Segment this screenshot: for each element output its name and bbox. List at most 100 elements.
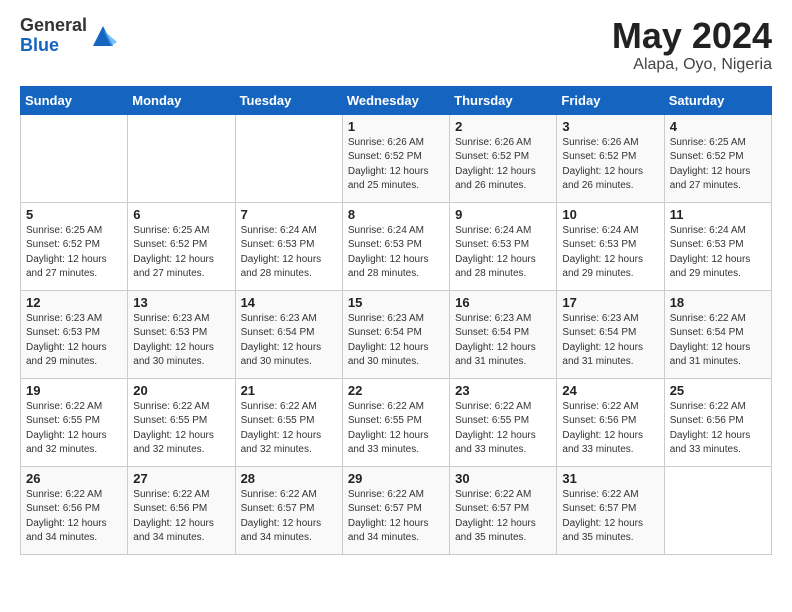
week-row-2: 12 Sunrise: 6:23 AM Sunset: 6:53 PM Dayli… — [21, 290, 772, 378]
day-number: 31 — [562, 471, 658, 486]
day-number: 5 — [26, 207, 122, 222]
calendar-cell: 31 Sunrise: 6:22 AM Sunset: 6:57 PM Dayli… — [557, 466, 664, 554]
day-number: 8 — [348, 207, 444, 222]
calendar-cell: 2 Sunrise: 6:26 AM Sunset: 6:52 PM Daylig… — [450, 114, 557, 202]
day-number: 13 — [133, 295, 229, 310]
day-number: 12 — [26, 295, 122, 310]
day-number: 11 — [670, 207, 766, 222]
day-info: Sunrise: 6:26 AM Sunset: 6:52 PM Dayligh… — [562, 136, 658, 194]
header-day-saturday: Saturday — [664, 86, 771, 114]
calendar-cell: 17Sunrise: 6:23 AM Sunset: 6:54 PM Dayli… — [557, 290, 664, 378]
calendar-table: SundayMondayTuesdayWednesdayThursdayFrid… — [20, 86, 772, 555]
day-number: 16 — [455, 295, 551, 310]
day-info: Sunrise: 6:22 AM Sunset: 6:57 PM Dayligh… — [241, 488, 337, 546]
day-number: 3 — [562, 119, 658, 134]
day-info: Sunrise: 6:22 AM Sunset: 6:56 PM Dayligh… — [562, 400, 658, 458]
day-info: Sunrise: 6:23 AM Sunset: 6:54 PM Dayligh… — [241, 312, 337, 370]
day-number: 15 — [348, 295, 444, 310]
calendar-cell: 26 Sunrise: 6:22 AM Sunset: 6:56 PM Dayli… — [21, 466, 128, 554]
calendar-cell: 6 Sunrise: 6:25 AM Sunset: 6:52 PM Daylig… — [128, 202, 235, 290]
logo-text: General Blue — [20, 16, 87, 56]
calendar-cell: 13 Sunrise: 6:23 AM Sunset: 6:53 PM Dayli… — [128, 290, 235, 378]
calendar-cell: 28Sunrise: 6:22 AM Sunset: 6:57 PM Dayli… — [235, 466, 342, 554]
calendar-cell: 8 Sunrise: 6:24 AM Sunset: 6:53 PM Daylig… — [342, 202, 449, 290]
day-number: 14 — [241, 295, 337, 310]
day-number: 26 — [26, 471, 122, 486]
calendar-cell — [128, 114, 235, 202]
day-info: Sunrise: 6:24 AM Sunset: 6:53 PM Dayligh… — [241, 224, 337, 282]
calendar-cell: 27 Sunrise: 6:22 AM Sunset: 6:56 PM Dayli… — [128, 466, 235, 554]
calendar-header: SundayMondayTuesdayWednesdayThursdayFrid… — [21, 86, 772, 114]
calendar-cell: 20 Sunrise: 6:22 AM Sunset: 6:55 PM Dayli… — [128, 378, 235, 466]
day-info: Sunrise: 6:22 AM Sunset: 6:55 PM Dayligh… — [26, 400, 122, 458]
calendar-cell: 24Sunrise: 6:22 AM Sunset: 6:56 PM Dayli… — [557, 378, 664, 466]
day-number: 20 — [133, 383, 229, 398]
calendar-cell: 4Sunrise: 6:25 AM Sunset: 6:52 PM Daylig… — [664, 114, 771, 202]
day-info: Sunrise: 6:22 AM Sunset: 6:56 PM Dayligh… — [26, 488, 122, 546]
logo-general: General — [20, 16, 87, 36]
header-day-friday: Friday — [557, 86, 664, 114]
calendar-cell: 7 Sunrise: 6:24 AM Sunset: 6:53 PM Daylig… — [235, 202, 342, 290]
calendar-cell: 3 Sunrise: 6:26 AM Sunset: 6:52 PM Daylig… — [557, 114, 664, 202]
day-info: Sunrise: 6:26 AM Sunset: 6:52 PM Dayligh… — [455, 136, 551, 194]
calendar-cell: 12Sunrise: 6:23 AM Sunset: 6:53 PM Dayli… — [21, 290, 128, 378]
day-info: Sunrise: 6:22 AM Sunset: 6:57 PM Dayligh… — [348, 488, 444, 546]
calendar-cell: 16 Sunrise: 6:23 AM Sunset: 6:54 PM Dayli… — [450, 290, 557, 378]
day-info: Sunrise: 6:22 AM Sunset: 6:56 PM Dayligh… — [670, 400, 766, 458]
calendar-cell: 9Sunrise: 6:24 AM Sunset: 6:53 PM Daylig… — [450, 202, 557, 290]
day-info: Sunrise: 6:23 AM Sunset: 6:54 PM Dayligh… — [455, 312, 551, 370]
calendar-cell — [235, 114, 342, 202]
day-info: Sunrise: 6:24 AM Sunset: 6:53 PM Dayligh… — [562, 224, 658, 282]
day-info: Sunrise: 6:22 AM Sunset: 6:56 PM Dayligh… — [133, 488, 229, 546]
day-info: Sunrise: 6:23 AM Sunset: 6:54 PM Dayligh… — [562, 312, 658, 370]
calendar-cell: 5 Sunrise: 6:25 AM Sunset: 6:52 PM Daylig… — [21, 202, 128, 290]
day-number: 19 — [26, 383, 122, 398]
logo: General Blue — [20, 16, 117, 56]
day-info: Sunrise: 6:25 AM Sunset: 6:52 PM Dayligh… — [26, 224, 122, 282]
day-number: 9 — [455, 207, 551, 222]
day-info: Sunrise: 6:22 AM Sunset: 6:55 PM Dayligh… — [133, 400, 229, 458]
day-number: 29 — [348, 471, 444, 486]
header-day-wednesday: Wednesday — [342, 86, 449, 114]
week-row-0: 1Sunrise: 6:26 AM Sunset: 6:52 PM Daylig… — [21, 114, 772, 202]
day-info: Sunrise: 6:23 AM Sunset: 6:53 PM Dayligh… — [133, 312, 229, 370]
day-number: 7 — [241, 207, 337, 222]
header-day-thursday: Thursday — [450, 86, 557, 114]
week-row-3: 19 Sunrise: 6:22 AM Sunset: 6:55 PM Dayli… — [21, 378, 772, 466]
day-info: Sunrise: 6:25 AM Sunset: 6:52 PM Dayligh… — [133, 224, 229, 282]
title-location: Alapa, Oyo, Nigeria — [612, 56, 772, 74]
calendar-cell: 1Sunrise: 6:26 AM Sunset: 6:52 PM Daylig… — [342, 114, 449, 202]
day-info: Sunrise: 6:26 AM Sunset: 6:52 PM Dayligh… — [348, 136, 444, 194]
calendar-cell — [21, 114, 128, 202]
day-number: 18 — [670, 295, 766, 310]
day-info: Sunrise: 6:24 AM Sunset: 6:53 PM Dayligh… — [348, 224, 444, 282]
day-number: 25 — [670, 383, 766, 398]
title-month: May 2024 — [612, 16, 772, 56]
header-day-monday: Monday — [128, 86, 235, 114]
page: General Blue May 2024 Alapa, Oyo, Nigeri… — [0, 0, 792, 612]
day-number: 21 — [241, 383, 337, 398]
calendar-cell: 23Sunrise: 6:22 AM Sunset: 6:55 PM Dayli… — [450, 378, 557, 466]
calendar-cell — [664, 466, 771, 554]
logo-icon — [89, 22, 117, 50]
logo-blue: Blue — [20, 36, 87, 56]
day-info: Sunrise: 6:22 AM Sunset: 6:54 PM Dayligh… — [670, 312, 766, 370]
day-number: 6 — [133, 207, 229, 222]
calendar-cell: 21Sunrise: 6:22 AM Sunset: 6:55 PM Dayli… — [235, 378, 342, 466]
day-number: 30 — [455, 471, 551, 486]
day-info: Sunrise: 6:22 AM Sunset: 6:57 PM Dayligh… — [455, 488, 551, 546]
day-number: 2 — [455, 119, 551, 134]
day-number: 27 — [133, 471, 229, 486]
calendar-cell: 29 Sunrise: 6:22 AM Sunset: 6:57 PM Dayli… — [342, 466, 449, 554]
header-day-tuesday: Tuesday — [235, 86, 342, 114]
calendar-cell: 15Sunrise: 6:23 AM Sunset: 6:54 PM Dayli… — [342, 290, 449, 378]
title-block: May 2024 Alapa, Oyo, Nigeria — [612, 16, 772, 74]
day-info: Sunrise: 6:22 AM Sunset: 6:57 PM Dayligh… — [562, 488, 658, 546]
header-row: SundayMondayTuesdayWednesdayThursdayFrid… — [21, 86, 772, 114]
day-info: Sunrise: 6:22 AM Sunset: 6:55 PM Dayligh… — [455, 400, 551, 458]
calendar-cell: 19 Sunrise: 6:22 AM Sunset: 6:55 PM Dayli… — [21, 378, 128, 466]
calendar-cell: 14 Sunrise: 6:23 AM Sunset: 6:54 PM Dayli… — [235, 290, 342, 378]
calendar-cell: 18 Sunrise: 6:22 AM Sunset: 6:54 PM Dayli… — [664, 290, 771, 378]
header: General Blue May 2024 Alapa, Oyo, Nigeri… — [20, 16, 772, 74]
day-number: 10 — [562, 207, 658, 222]
